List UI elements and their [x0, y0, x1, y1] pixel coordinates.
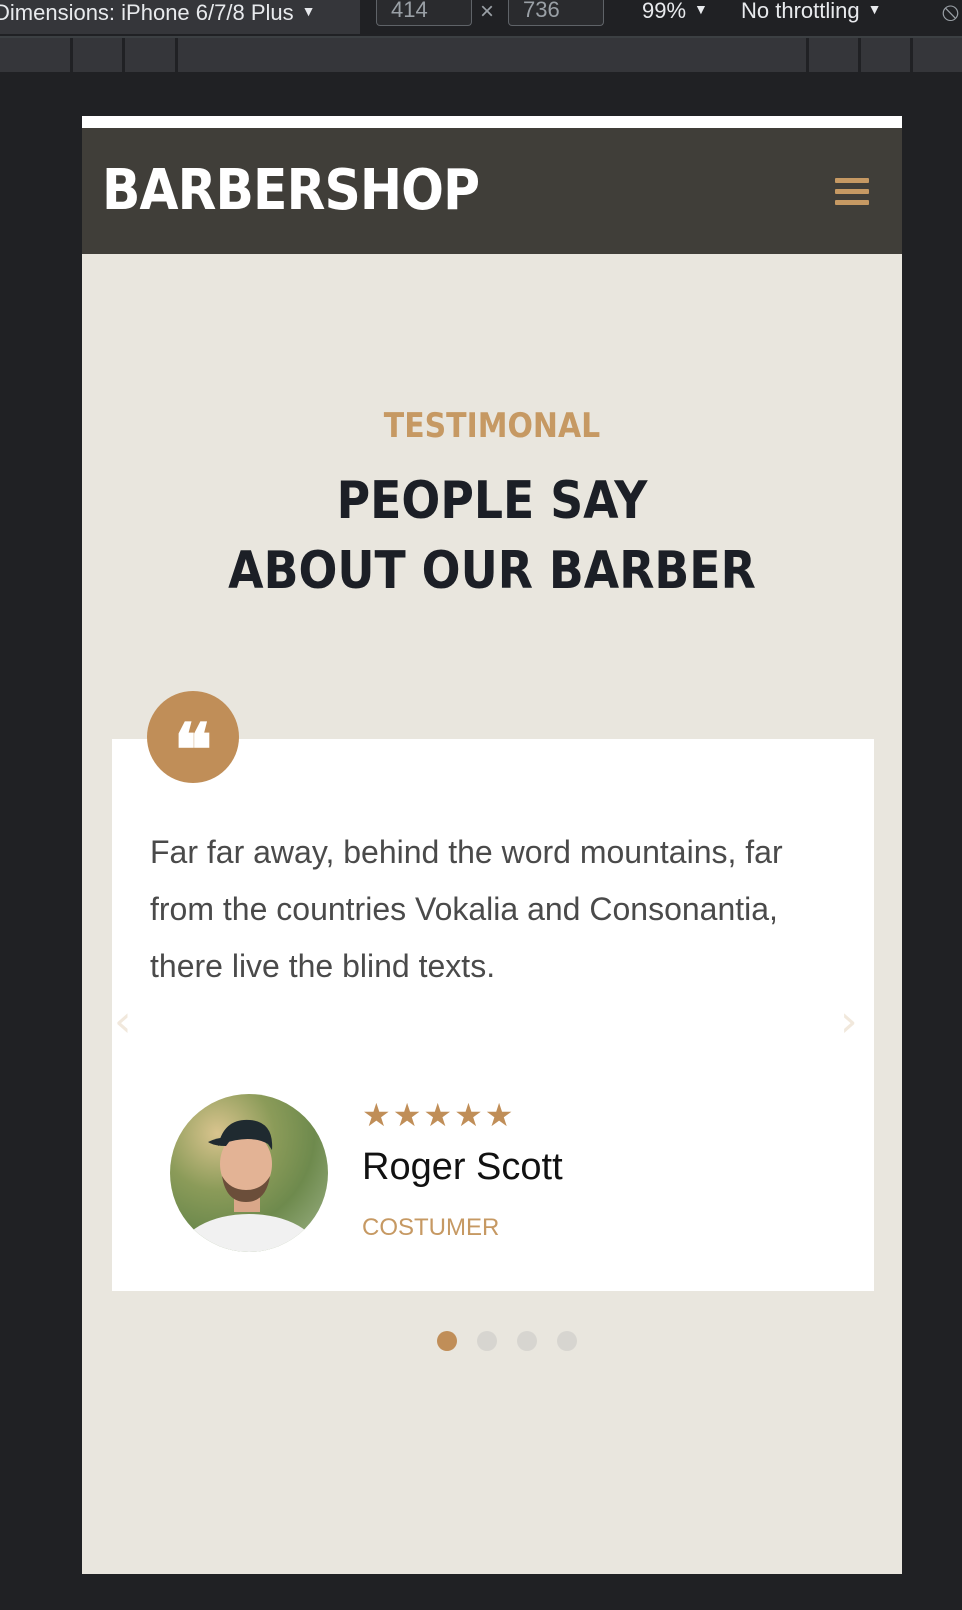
- avatar-photo: [179, 1119, 319, 1252]
- avatar: [170, 1094, 328, 1252]
- times-icon: ×: [480, 0, 495, 25]
- viewport-top-edge: [82, 116, 902, 128]
- reviewer-role: COSTUMER: [362, 1214, 500, 1241]
- devtools-toolbar: Dimensions: iPhone 6/7/8 Plus ▼ 414 × 736…: [0, 0, 962, 38]
- carousel-dot[interactable]: [437, 1331, 457, 1351]
- media-query-segment[interactable]: [806, 38, 809, 72]
- throttling-selector[interactable]: No throttling ▼: [741, 0, 881, 24]
- heading-line-2: ABOUT OUR BARBER: [228, 541, 756, 601]
- media-query-segment[interactable]: [858, 38, 861, 72]
- media-query-segment[interactable]: [910, 38, 913, 72]
- rating-stars: ★★★★★: [362, 1097, 516, 1133]
- navbar: BARBERSHOP: [82, 128, 902, 254]
- carousel-dot[interactable]: [477, 1331, 497, 1351]
- testimonial-text: Far far away, behind the word mountains,…: [150, 834, 783, 984]
- section-eyebrow: TESTIMONAL: [383, 406, 601, 446]
- heading-line-1: PEOPLE SAY: [336, 471, 648, 531]
- device-viewport: BARBERSHOP TESTIMONAL PEOPLE SAY ABOUT O…: [82, 116, 902, 1574]
- reviewer-name: Roger Scott: [362, 1146, 563, 1188]
- height-input[interactable]: 736: [508, 0, 604, 26]
- caret-down-icon: ▼: [694, 1, 708, 17]
- hamburger-icon[interactable]: [835, 178, 869, 206]
- rotate-icon[interactable]: ⦸: [942, 0, 959, 28]
- throttling-label: No throttling: [741, 0, 860, 23]
- width-input[interactable]: 414: [376, 0, 472, 26]
- media-query-segment[interactable]: [175, 38, 178, 72]
- carousel-prev-button[interactable]: ‹: [114, 996, 132, 1047]
- media-query-bar: [0, 38, 962, 72]
- carousel-dot[interactable]: [557, 1331, 577, 1351]
- carousel-dot[interactable]: [517, 1331, 537, 1351]
- caret-down-icon: ▼: [867, 1, 882, 17]
- device-selector-label: Dimensions: iPhone 6/7/8 Plus: [0, 0, 294, 25]
- zoom-selector[interactable]: 99% ▼: [642, 0, 708, 24]
- caret-down-icon: ▼: [301, 3, 316, 19]
- carousel-next-button[interactable]: ›: [840, 996, 858, 1047]
- device-selector[interactable]: Dimensions: iPhone 6/7/8 Plus ▼: [0, 0, 360, 34]
- media-query-segment[interactable]: [122, 38, 125, 72]
- site-logo[interactable]: BARBERSHOP: [102, 158, 480, 223]
- zoom-label: 99%: [642, 0, 687, 23]
- media-query-segment[interactable]: [70, 38, 73, 72]
- section-heading: PEOPLE SAY ABOUT OUR BARBER: [131, 466, 853, 606]
- quote-icon: ❝: [147, 691, 239, 792]
